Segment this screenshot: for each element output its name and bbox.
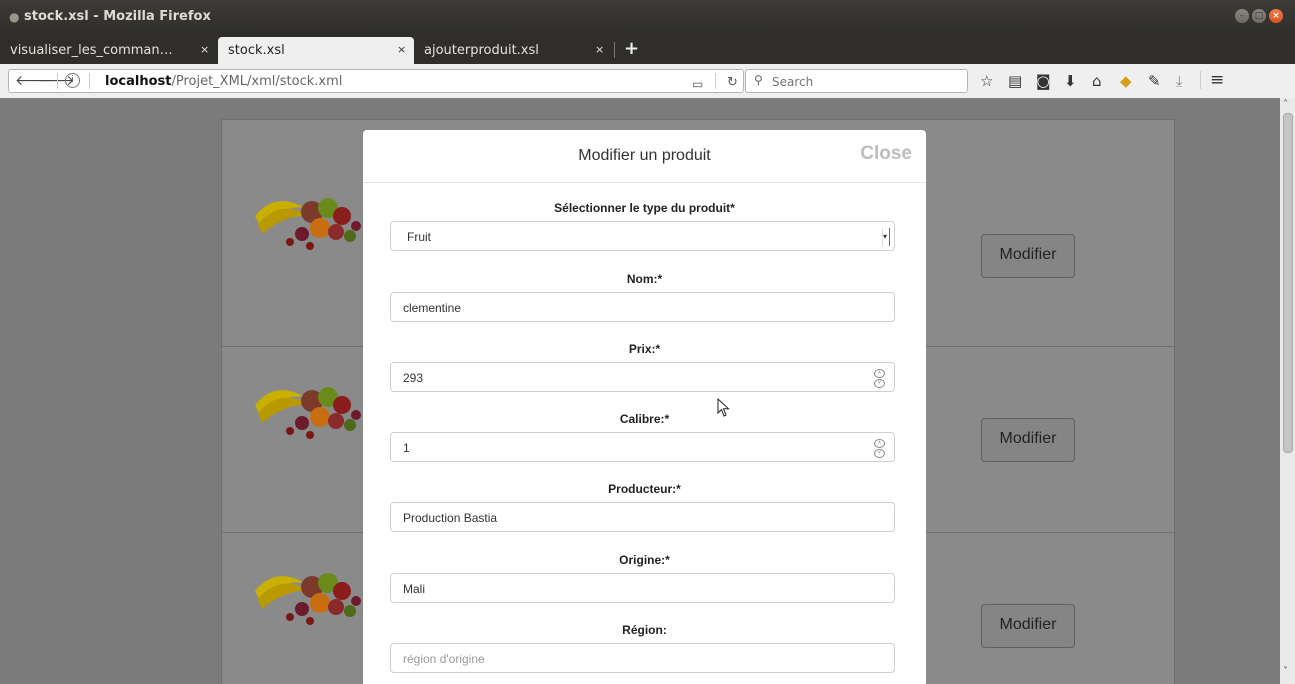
type-label: Sélectionner le type du produit* [554, 201, 735, 215]
extension-icon[interactable]: ◆ [1120, 72, 1132, 90]
modify-button[interactable]: Modifier [981, 234, 1075, 278]
window-menu-icon[interactable]: ● [9, 10, 19, 24]
prix-label: Prix:* [628, 342, 661, 356]
tab-separator [614, 42, 615, 58]
edit-product-modal: Modifier un produit Close Sélectionner l… [363, 130, 926, 684]
region-input[interactable]: région d'origine [390, 643, 895, 673]
tab-bar: visualiser_les_comman… × stock.xsl × ajo… [0, 34, 1295, 64]
pen-icon[interactable]: ✎ [1148, 72, 1161, 90]
window-titlebar: ● stock.xsl - Mozilla Firefox – □ × [0, 0, 1295, 34]
modal-header: Modifier un produit Close [363, 130, 926, 183]
calibre-input[interactable]: 1 ˄ ˅ [390, 432, 895, 462]
tab-visualiser[interactable]: visualiser_les_comman… × [0, 37, 218, 64]
reload-icon[interactable]: ↻ [727, 75, 738, 90]
tab-ajouterproduit[interactable]: ajouterproduit.xsl × [414, 37, 610, 64]
fruit-basket-image [255, 387, 361, 439]
url-bar[interactable]: 🡐 🡒 i localhost/Projet_XML/xml/stock.xml… [8, 69, 744, 93]
downloads-icon[interactable]: ⬇ [1064, 72, 1077, 90]
modal-close-button[interactable]: Close [860, 143, 912, 165]
tab-close-icon[interactable]: × [397, 43, 406, 56]
nom-label: Nom:* [626, 272, 663, 286]
prix-value: 293 [403, 371, 424, 385]
calibre-label: Calibre:* [619, 412, 670, 426]
divider [89, 73, 90, 89]
tab-close-icon[interactable]: × [200, 43, 209, 56]
page-scrollbar[interactable]: ˄ ˅ [1280, 98, 1295, 684]
stepper-down-icon[interactable]: ˅ [874, 449, 885, 458]
origine-input[interactable]: Mali [390, 573, 895, 603]
maximize-button[interactable]: □ [1252, 9, 1266, 23]
fruit-basket-image [255, 573, 361, 625]
pocket-icon[interactable]: ◙ [1036, 72, 1051, 90]
tab-label: visualiser_les_comman… [10, 43, 173, 58]
prix-stepper[interactable]: ˄ ˅ [874, 369, 885, 388]
scroll-up-icon[interactable]: ˄ [1283, 99, 1288, 110]
producteur-value: Production Bastia [403, 511, 498, 525]
stepper-up-icon[interactable]: ˄ [874, 369, 885, 378]
origine-label: Origine:* [619, 553, 670, 567]
region-label: Région: [622, 623, 667, 637]
new-tab-button[interactable]: + [624, 38, 639, 59]
region-placeholder: région d'origine [403, 652, 485, 666]
nav-bar: 🡐 🡒 i localhost/Projet_XML/xml/stock.xml… [0, 64, 1295, 99]
type-select[interactable]: Fruit ▾ [390, 221, 895, 251]
search-input[interactable] [770, 72, 964, 91]
nom-input[interactable]: clementine [390, 292, 895, 322]
divider [57, 73, 58, 89]
type-select-value: Fruit [407, 230, 431, 244]
tab-stock[interactable]: stock.xsl × [218, 37, 414, 64]
mouse-cursor-icon [717, 398, 730, 417]
tab-label: stock.xsl [228, 43, 285, 58]
modal-title: Modifier un produit [578, 147, 711, 164]
url-host: localhost [105, 74, 172, 89]
site-info-icon[interactable]: i [65, 73, 80, 88]
url-path: /Projet_XML/xml/stock.xml [171, 74, 343, 89]
modify-button[interactable]: Modifier [981, 604, 1075, 648]
nom-value: clementine [403, 301, 462, 315]
home-icon[interactable]: ⌂ [1092, 72, 1102, 90]
window-controls: – □ × [1235, 9, 1283, 23]
prix-input[interactable]: 293 ˄ ˅ [390, 362, 895, 392]
search-icon: ⚲ [754, 73, 763, 87]
tab-label: ajouterproduit.xsl [424, 43, 539, 58]
fruit-basket-image [255, 198, 361, 250]
download-arrow-icon[interactable]: ⤓ [1176, 72, 1183, 90]
chevron-down-icon: ▾ [882, 228, 890, 246]
close-window-button[interactable]: × [1269, 9, 1283, 23]
stepper-up-icon[interactable]: ˄ [874, 439, 885, 448]
scroll-thumb[interactable] [1283, 113, 1293, 453]
divider [1200, 71, 1201, 89]
minimize-button[interactable]: – [1235, 9, 1249, 23]
bookmark-star-icon[interactable]: ☆ [980, 72, 993, 90]
modify-button[interactable]: Modifier [981, 418, 1075, 462]
scroll-down-icon[interactable]: ˅ [1283, 666, 1288, 677]
origine-value: Mali [403, 582, 426, 596]
hamburger-menu-icon[interactable]: ≡ [1210, 70, 1224, 90]
reader-view-icon[interactable]: ▭ [692, 77, 703, 91]
window-title: stock.xsl - Mozilla Firefox [24, 9, 211, 24]
stepper-down-icon[interactable]: ˅ [874, 379, 885, 388]
url-text[interactable]: localhost/Projet_XML/xml/stock.xml [105, 74, 342, 89]
divider [715, 73, 716, 89]
producteur-label: Producteur:* [608, 482, 681, 496]
bookmarks-menu-icon[interactable]: ▤ [1008, 72, 1022, 90]
tab-close-icon[interactable]: × [595, 43, 604, 56]
search-box[interactable]: ⚲ [745, 69, 968, 93]
calibre-stepper[interactable]: ˄ ˅ [874, 439, 885, 458]
producteur-input[interactable]: Production Bastia [390, 502, 895, 532]
calibre-value: 1 [403, 441, 410, 455]
